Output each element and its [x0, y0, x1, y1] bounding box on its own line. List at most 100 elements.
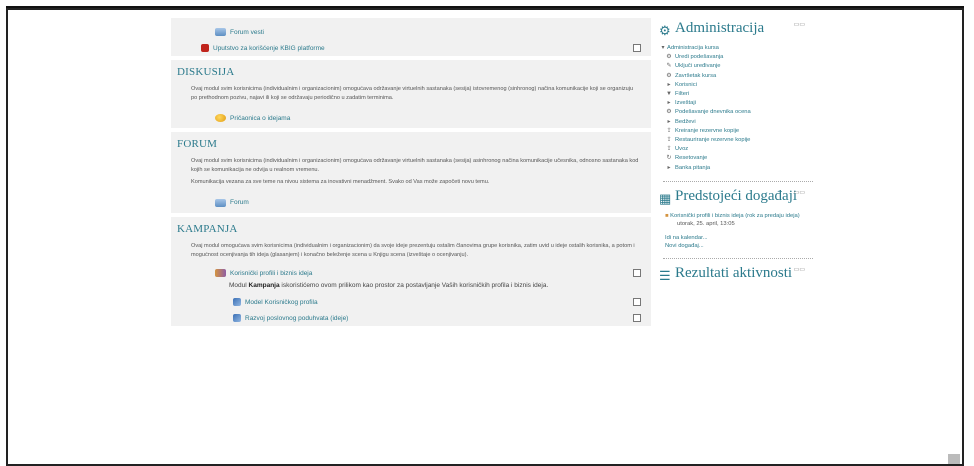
block-title: ▦ Predstojeći događaji: [659, 186, 805, 206]
section-summary: Ovaj modul svim korisnicima (individualn…: [171, 153, 651, 193]
admin-item[interactable]: ▸ Izveštaji: [659, 99, 819, 108]
admin-item-label[interactable]: Banka pitanja: [673, 164, 710, 173]
activity-forum[interactable]: Forum: [171, 193, 651, 213]
activity-link[interactable]: Uputstvo za korišćenje KBIG platforme: [213, 45, 325, 52]
block-divider: [663, 257, 813, 259]
section-summary: Ovaj modul svim korisnicima (individualn…: [171, 81, 651, 108]
admin-item[interactable]: ⇪ Uvoz: [659, 145, 819, 154]
list-icon: ☰: [659, 267, 671, 283]
event-item[interactable]: ■ Korisnički profili i biznis ideja (rok…: [659, 212, 819, 228]
scrollbar-thumb[interactable]: [948, 454, 960, 464]
admin-item[interactable]: ▸ Korisnici: [659, 81, 819, 90]
admin-item[interactable]: ↻ Resetovanje: [659, 154, 819, 163]
admin-item[interactable]: ⇪ Restauriranje rezervne kopije: [659, 136, 819, 145]
completion-checkbox[interactable]: [633, 314, 641, 323]
activity-pricaonica[interactable]: Pričaonica o idejama: [171, 108, 651, 128]
pdf-icon: [201, 44, 209, 52]
completion-checkbox[interactable]: [633, 298, 641, 307]
admin-item[interactable]: ▸ Bedževi: [659, 118, 819, 127]
pencil-icon: ✎: [666, 63, 672, 70]
activity-model-profila[interactable]: Model Korisničkog profila: [171, 294, 651, 310]
assignment-icon: [233, 314, 241, 323]
section-heading: DISKUSIJA: [177, 66, 235, 78]
event-title[interactable]: Korisnički profili i biznis ideja (rok z…: [670, 213, 800, 219]
activity-link[interactable]: Forum vesti: [230, 29, 264, 36]
admin-item[interactable]: ⇪ Kreiranje rezervne kopije: [659, 127, 819, 136]
expand-icon: ▸: [667, 81, 671, 88]
event-icon: ■: [665, 212, 669, 219]
forum-icon: [215, 198, 226, 207]
filter-icon: ▼: [666, 91, 672, 98]
block-controls-icon[interactable]: ▭▭: [794, 266, 805, 273]
block-title: ⚙ Administracija: [659, 18, 805, 38]
summary-paragraph: Komunikacija vezana za sve teme na nivou…: [191, 179, 490, 186]
import-icon: ⇪: [666, 146, 672, 153]
completion-checkbox[interactable]: [633, 269, 641, 278]
section-heading: KAMPANJA: [177, 222, 238, 235]
admin-item-label[interactable]: Završetak kursa: [673, 72, 716, 81]
expand-icon: ▸: [667, 100, 671, 107]
admin-item-label[interactable]: Korisnici: [673, 81, 697, 90]
assignment-icon: [233, 298, 241, 307]
section-general: Forum vesti Uputstvo za korišćenje KBIG …: [171, 18, 651, 56]
activity-korisnicki-profili[interactable]: Korisnički profili i biznis ideja: [171, 265, 651, 281]
completion-checkbox[interactable]: [633, 44, 641, 52]
summary-paragraph: Ovaj modul svim korisnicima (individualn…: [191, 158, 639, 173]
reset-icon: ↻: [666, 155, 672, 162]
activity-forum-vesti[interactable]: Forum vesti: [171, 24, 651, 40]
course-content: Forum vesti Uputstvo za korišćenje KBIG …: [171, 18, 651, 330]
activity-link[interactable]: Razvoj poslovnog poduhvata (ideje): [245, 315, 348, 322]
activity-link[interactable]: Forum: [230, 199, 249, 206]
block-header: ⚙ Administracija ▭▭: [659, 18, 819, 38]
admin-item-label[interactable]: Resetovanje: [673, 154, 707, 163]
admin-item-label[interactable]: Bedževi: [673, 118, 696, 127]
calendar-icon: ▦: [659, 190, 672, 206]
admin-item[interactable]: ▼ Filteri: [659, 90, 819, 99]
activity-link[interactable]: Pričaonica o idejama: [230, 115, 290, 122]
admin-item[interactable]: ▸ Banka pitanja: [659, 164, 819, 173]
block-controls-icon[interactable]: ▭▭: [794, 189, 805, 196]
activity-razvoj-poduhvata[interactable]: Razvoj poslovnog poduhvata (ideje): [171, 310, 651, 326]
admin-item-label[interactable]: Restauriranje rezervne kopije: [673, 136, 750, 145]
admin-item[interactable]: ⚙ Uredi podešavanja: [659, 53, 819, 62]
calendar-link[interactable]: Idi na kalendar...: [665, 234, 819, 242]
section-kampanja: KAMPANJA Ovaj modul omogućava svim koris…: [171, 216, 651, 327]
activity-uputstvo[interactable]: Uputstvo za korišćenje KBIG platforme: [171, 40, 651, 56]
admin-item-label[interactable]: Uvoz: [673, 145, 688, 154]
browser-viewport: Forum vesti Uputstvo za korišćenje KBIG …: [6, 6, 964, 466]
admin-item-label[interactable]: Podešavanje dnevnika ocena: [673, 108, 751, 117]
admin-item-label[interactable]: Uključi uređivanje: [673, 62, 720, 71]
admin-item-label[interactable]: Uredi podešavanja: [673, 53, 723, 62]
expand-icon: ▸: [667, 118, 671, 125]
admin-item-label[interactable]: Kreiranje rezervne kopije: [673, 127, 739, 136]
activity-link[interactable]: Korisnički profili i biznis ideja: [230, 270, 312, 277]
event-links: Idi na kalendar... Novi događaj...: [659, 234, 819, 250]
users-icon: [215, 269, 226, 278]
tree-root[interactable]: ▾ Administracija kursa: [659, 44, 819, 53]
block-administracija: ⚙ Administracija ▭▭ ▾ Administracija kur…: [659, 18, 819, 173]
bold-text: Kampanja: [248, 282, 280, 290]
block-header: ▦ Predstojeći događaji ▭▭: [659, 186, 819, 206]
admin-item[interactable]: ⚙ Podešavanje dnevnika ocena: [659, 108, 819, 117]
block-controls-icon[interactable]: ▭▭: [794, 21, 805, 28]
admin-item[interactable]: ✎ Uključi uređivanje: [659, 62, 819, 71]
section-diskusija: DISKUSIJA Ovaj modul svim korisnicima (i…: [171, 60, 651, 129]
section-forum: FORUM Ovaj modul svim korisnicima (indiv…: [171, 132, 651, 213]
gear-icon: ⚙: [666, 109, 672, 116]
block-header: ☰ Rezultati aktivnosti ▭▭: [659, 263, 819, 283]
activity-description: Modul Kampanja iskoristićemo ovom prilik…: [229, 282, 549, 290]
admin-item-label[interactable]: Filteri: [673, 90, 689, 99]
gear-icon: ⚙: [666, 72, 672, 79]
new-event-link[interactable]: Novi događaj...: [665, 242, 819, 250]
gear-icon: ⚙: [666, 54, 672, 61]
admin-item-label[interactable]: Izveštaji: [673, 99, 696, 108]
activity-link[interactable]: Model Korisničkog profila: [245, 299, 318, 306]
restore-icon: ⇪: [666, 137, 672, 144]
event-date: utorak, 25. april, 13:05: [677, 220, 735, 227]
admin-tree: ▾ Administracija kursa ⚙ Uredi podešavanj…: [659, 44, 819, 173]
chat-icon: [215, 114, 226, 123]
section-summary: Ovaj modul omogućava svim korisnicima (i…: [171, 238, 651, 265]
backup-icon: ⇪: [666, 127, 672, 134]
admin-item[interactable]: ⚙ Završetak kursa: [659, 72, 819, 81]
section-heading: FORUM: [177, 138, 218, 151]
